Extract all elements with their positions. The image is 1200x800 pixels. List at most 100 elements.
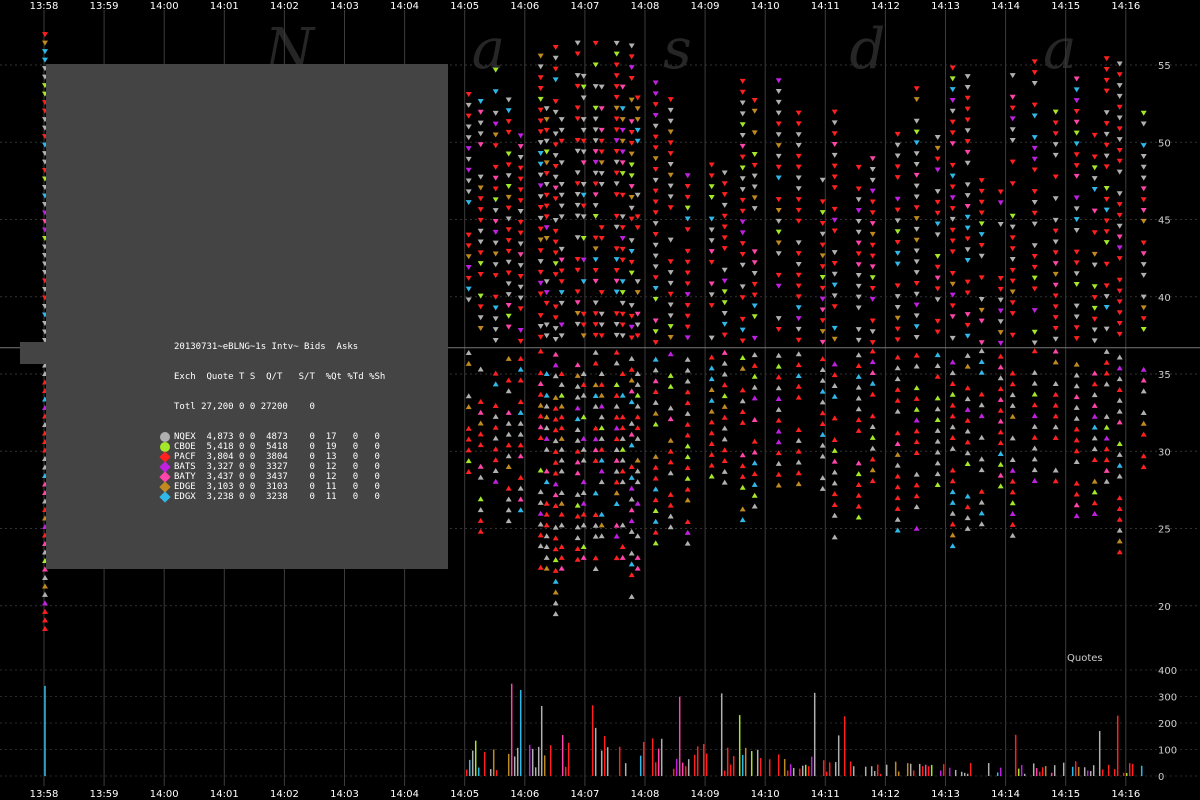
legend-swatch bbox=[160, 432, 170, 442]
ask-quote-mark bbox=[580, 84, 587, 90]
bid-quote-mark bbox=[1031, 369, 1038, 375]
ask-quote-mark bbox=[869, 340, 876, 346]
ask-quote-mark bbox=[1103, 164, 1110, 170]
ask-quote-mark bbox=[1052, 239, 1059, 245]
bid-quote-mark bbox=[667, 513, 674, 519]
bid-quote-mark bbox=[775, 460, 782, 466]
ask-quote-mark bbox=[978, 275, 985, 281]
ask-quote-mark bbox=[1140, 272, 1147, 278]
ask-quote-mark bbox=[684, 324, 691, 330]
ask-quote-mark bbox=[831, 120, 838, 126]
time-tick-label-top: 14:06 bbox=[510, 1, 539, 12]
bid-quote-mark bbox=[913, 395, 920, 401]
bid-quote-mark bbox=[721, 479, 728, 485]
ask-quote-mark bbox=[667, 237, 674, 243]
ask-quote-mark bbox=[869, 231, 876, 237]
ask-quote-mark bbox=[775, 121, 782, 127]
ask-quote-mark bbox=[751, 162, 758, 168]
ask-quote-mark bbox=[949, 227, 956, 233]
bid-quote-mark bbox=[894, 365, 901, 371]
bid-quote-mark bbox=[739, 517, 746, 523]
bid-quote-mark bbox=[949, 370, 956, 376]
bid-quote-mark bbox=[42, 591, 48, 597]
time-tick-label-bottom: 14:05 bbox=[450, 789, 479, 800]
ask-quote-mark bbox=[1073, 173, 1080, 179]
ask-quote-mark bbox=[913, 248, 920, 254]
ask-quote-mark bbox=[1140, 327, 1147, 333]
ask-quote-mark bbox=[1140, 175, 1147, 181]
ask-quote-mark bbox=[1091, 132, 1098, 138]
quote-tick-label: 300 bbox=[1158, 693, 1177, 704]
ask-quote-mark bbox=[619, 117, 626, 123]
ask-quote-mark bbox=[721, 224, 728, 230]
stats-row-text: PACF 3,804 0 0 3804 0 13 0 0 bbox=[174, 452, 380, 462]
ask-quote-mark bbox=[613, 278, 620, 284]
ask-quote-mark bbox=[517, 133, 524, 139]
ask-quote-mark bbox=[1116, 191, 1123, 197]
ask-quote-mark bbox=[739, 284, 746, 290]
ask-quote-mark bbox=[1116, 234, 1123, 240]
bid-quote-mark bbox=[598, 479, 605, 485]
bid-quote-mark bbox=[613, 468, 620, 474]
ask-quote-mark bbox=[708, 173, 715, 179]
ask-quote-mark bbox=[739, 111, 746, 117]
ask-quote-mark bbox=[505, 97, 512, 103]
time-tick-label-bottom: 14:14 bbox=[991, 789, 1020, 800]
ask-quote-mark bbox=[708, 281, 715, 287]
ask-quote-mark bbox=[964, 225, 971, 231]
ask-quote-mark bbox=[1031, 210, 1038, 216]
bid-quote-mark bbox=[1009, 370, 1016, 376]
ask-quote-mark bbox=[739, 208, 746, 214]
bid-quote-mark bbox=[477, 528, 484, 534]
ask-quote-mark bbox=[537, 269, 544, 275]
ask-quote-mark bbox=[558, 127, 565, 133]
ask-quote-mark bbox=[913, 118, 920, 124]
ask-quote-mark bbox=[558, 192, 565, 198]
ask-quote-mark bbox=[795, 164, 802, 170]
ask-quote-mark bbox=[613, 159, 620, 165]
ask-quote-mark bbox=[492, 89, 499, 95]
bid-quote-mark bbox=[552, 578, 559, 584]
bid-quote-mark bbox=[537, 380, 544, 386]
ask-quote-mark bbox=[652, 112, 659, 118]
bid-quote-mark bbox=[465, 393, 472, 399]
ask-quote-mark bbox=[652, 80, 659, 86]
bid-quote-mark bbox=[634, 425, 641, 431]
bid-quote-mark bbox=[477, 463, 484, 469]
ask-quote-mark bbox=[751, 260, 758, 266]
bid-quote-mark bbox=[964, 515, 971, 521]
bid-quote-mark bbox=[894, 354, 901, 360]
ask-quote-mark bbox=[537, 291, 544, 297]
bid-quote-mark bbox=[598, 457, 605, 463]
bid-quote-mark bbox=[580, 414, 587, 420]
bid-quote-mark bbox=[739, 387, 746, 393]
ask-quote-mark bbox=[997, 200, 1004, 206]
bid-quote-mark bbox=[574, 416, 581, 422]
ask-quote-mark bbox=[1073, 141, 1080, 147]
ask-quote-mark bbox=[492, 316, 499, 322]
bid-quote-mark bbox=[592, 555, 599, 561]
bid-quote-mark bbox=[978, 499, 985, 505]
ask-quote-mark bbox=[580, 192, 587, 198]
ask-quote-mark bbox=[505, 270, 512, 276]
time-tick-label-top: 14:11 bbox=[811, 1, 840, 12]
bid-quote-mark bbox=[997, 483, 1004, 489]
bid-quote-mark bbox=[543, 500, 550, 506]
ask-quote-mark bbox=[628, 270, 635, 276]
ask-quote-mark bbox=[913, 324, 920, 330]
bid-quote-mark bbox=[708, 365, 715, 371]
ask-quote-mark bbox=[592, 213, 599, 219]
time-tick-label-top: 14:12 bbox=[871, 1, 900, 12]
ask-quote-mark bbox=[997, 340, 1004, 346]
ask-quote-mark bbox=[465, 200, 472, 206]
ask-quote-mark bbox=[505, 227, 512, 233]
bid-quote-mark bbox=[684, 486, 691, 492]
bid-quote-mark bbox=[592, 392, 599, 398]
bid-quote-mark bbox=[721, 349, 728, 355]
bid-quote-mark bbox=[613, 555, 620, 561]
ask-quote-mark bbox=[1009, 289, 1016, 295]
ask-quote-mark bbox=[543, 203, 550, 209]
ask-quote-mark bbox=[465, 265, 472, 271]
bid-quote-mark bbox=[775, 417, 782, 423]
ask-quote-mark bbox=[613, 267, 620, 273]
